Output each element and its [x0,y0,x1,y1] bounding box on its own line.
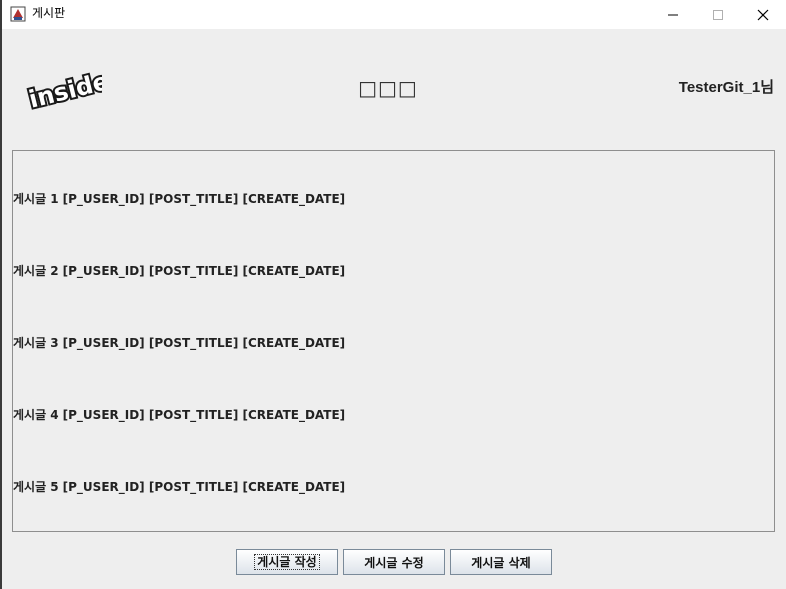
post-label: 게시글 1 [13,192,59,206]
list-item[interactable]: 게시글 4 [P_USER_ID] [POST_TITLE] [CREATE_DA… [13,407,345,423]
close-button[interactable] [740,0,785,29]
delete-post-label: 게시글 삭제 [471,555,531,570]
close-icon [757,9,768,20]
write-post-label: 게시글 작성 [254,554,320,570]
delete-post-button[interactable]: 게시글 삭제 [450,549,552,575]
java-cup-icon [10,6,26,22]
post-fields: [P_USER_ID] [POST_TITLE] [CREATE_DATE] [62,264,346,278]
user-greeting: TesterGit_1님 [678,79,774,96]
window-title: 게시판 [32,6,66,20]
write-post-button[interactable]: 게시글 작성 [236,549,338,575]
post-label: 게시글 5 [13,480,59,494]
edit-post-button[interactable]: 게시글 수정 [343,549,445,575]
post-fields: [P_USER_ID] [POST_TITLE] [CREATE_DATE] [62,408,346,422]
post-label: 게시글 2 [13,264,59,278]
page-title: □□□ [358,76,418,100]
logo-text: inside [26,68,102,110]
maximize-button[interactable] [695,0,740,29]
maximize-icon [712,9,723,20]
window-edge [0,0,2,589]
title-bar[interactable]: 게시판 [2,0,786,29]
post-fields: [P_USER_ID] [POST_TITLE] [CREATE_DATE] [62,336,346,350]
list-item[interactable]: 게시글 1 [P_USER_ID] [POST_TITLE] [CREATE_DA… [13,191,345,207]
list-item[interactable]: 게시글 3 [P_USER_ID] [POST_TITLE] [CREATE_DA… [13,335,345,351]
inside-logo: inside [24,68,102,110]
post-fields: [P_USER_ID] [POST_TITLE] [CREATE_DATE] [62,480,346,494]
list-item[interactable]: 게시글 2 [P_USER_ID] [POST_TITLE] [CREATE_DA… [13,263,345,279]
post-fields: [P_USER_ID] [POST_TITLE] [CREATE_DATE] [62,192,346,206]
minimize-icon [667,14,678,15]
list-item[interactable]: 게시글 5 [P_USER_ID] [POST_TITLE] [CREATE_DA… [13,479,345,495]
post-list: 게시글 1 [P_USER_ID] [POST_TITLE] [CREATE_DA… [12,150,775,532]
minimize-button[interactable] [650,0,695,29]
post-label: 게시글 4 [13,408,59,422]
edit-post-label: 게시글 수정 [364,555,424,570]
post-label: 게시글 3 [13,336,59,350]
